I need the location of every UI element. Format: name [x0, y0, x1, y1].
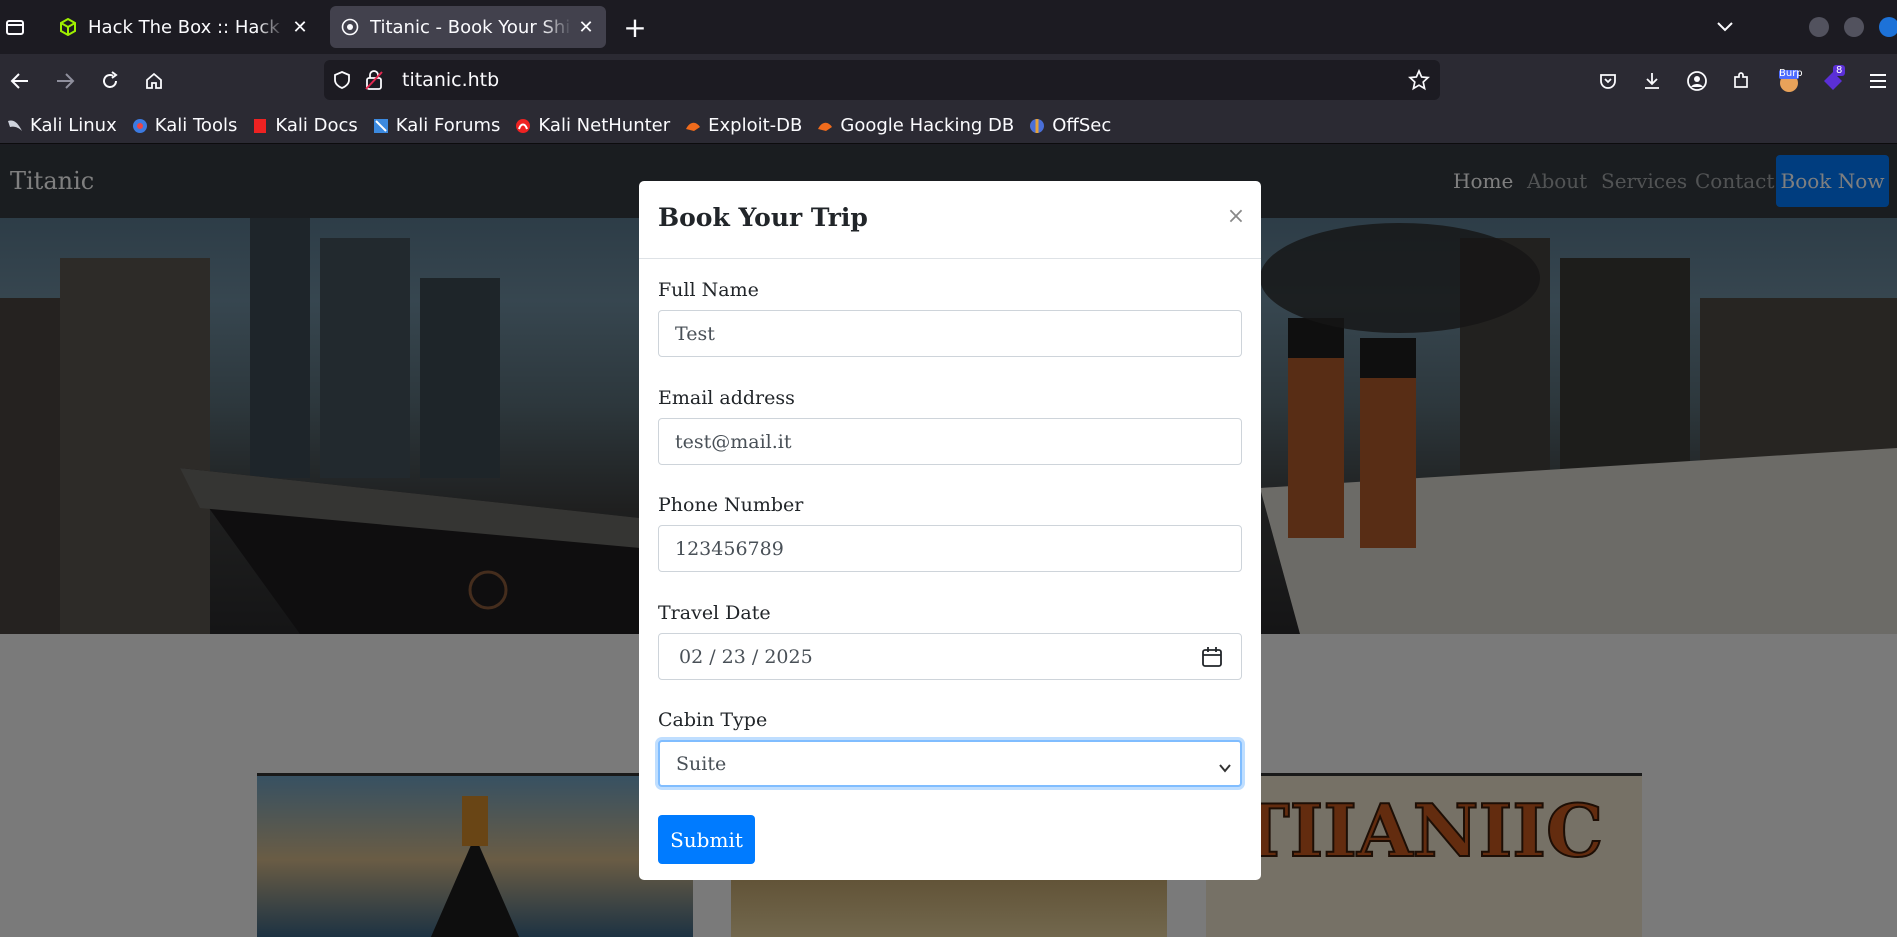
browser-nav-toolbar: titanic.htb Burp 8	[0, 54, 1897, 108]
travel-date-label: Travel Date	[658, 602, 771, 624]
url-bar[interactable]: titanic.htb	[324, 60, 1440, 100]
reload-icon[interactable]	[95, 66, 125, 96]
shield-icon[interactable]	[332, 70, 352, 94]
chevron-down-icon	[1218, 758, 1232, 773]
bookmarks-toolbar: Kali Linux Kali Tools Kali Docs Kali For…	[0, 108, 1897, 144]
modal-header: Book Your Trip ×	[639, 181, 1261, 259]
exploit-db-icon	[684, 117, 702, 135]
offsec-icon	[1028, 117, 1046, 135]
travel-date-input[interactable]: 02 / 23 / 2025	[658, 633, 1242, 680]
kali-forums-icon	[372, 117, 390, 135]
kali-dragon-icon	[6, 117, 24, 135]
phone-input[interactable]: 123456789	[658, 525, 1242, 572]
bookmark-star-icon[interactable]	[1408, 68, 1430, 95]
travel-date-value: 02 / 23 / 2025	[679, 645, 813, 668]
full-name-input[interactable]: Test	[658, 310, 1242, 357]
tab-title: Titanic - Book Your Ship Trip	[370, 16, 572, 38]
full-name-label: Full Name	[658, 279, 759, 301]
bookmark-label: Google Hacking DB	[840, 115, 1015, 136]
kali-tools-icon	[131, 117, 149, 135]
titanic-site-icon	[340, 17, 360, 37]
bookmark-label: Exploit-DB	[708, 115, 803, 136]
burp-label: Burp	[1779, 68, 1803, 79]
nethunter-icon	[514, 117, 532, 135]
close-tab-icon[interactable]: ✕	[576, 17, 596, 38]
bookmark-kali-tools[interactable]: Kali Tools	[131, 115, 238, 136]
close-tab-icon[interactable]: ✕	[290, 17, 310, 38]
close-window-button[interactable]	[1879, 17, 1897, 37]
cabin-type-value: Suite	[676, 752, 727, 775]
bookmark-label: OffSec	[1052, 115, 1112, 136]
browser-tab-htb[interactable]: Hack The Box :: Hack The Box ✕	[48, 6, 320, 48]
browser-tab-bar: Hack The Box :: Hack The Box ✕ Titanic -…	[0, 0, 1897, 54]
tab-title: Hack The Box :: Hack The Box	[88, 16, 286, 38]
maximize-window-button[interactable]	[1844, 17, 1864, 37]
extension-badge-count: 8	[1833, 65, 1846, 76]
bookmark-label: Kali Linux	[30, 115, 117, 136]
download-icon[interactable]	[1637, 66, 1667, 96]
bookmark-kali-forums[interactable]: Kali Forums	[372, 115, 501, 136]
bookmark-label: Kali Forums	[395, 115, 501, 136]
phone-label: Phone Number	[658, 494, 804, 516]
modal-title: Book Your Trip	[658, 203, 868, 232]
url-text: titanic.htb	[402, 69, 500, 91]
cabin-type-label: Cabin Type	[658, 709, 768, 731]
chevron-down-icon[interactable]	[1710, 12, 1740, 42]
bookmark-kali-linux[interactable]: Kali Linux	[6, 115, 117, 136]
extension-badge-icon[interactable]: 8	[1818, 65, 1848, 96]
submit-button[interactable]: Submit	[658, 815, 755, 864]
cabin-type-select[interactable]: Suite	[658, 740, 1242, 787]
tab-list-icon[interactable]	[0, 0, 30, 54]
bookmark-label: Kali Docs	[275, 115, 358, 136]
minimize-window-button[interactable]	[1809, 17, 1829, 37]
extensions-puzzle-icon[interactable]	[1726, 66, 1756, 96]
new-tab-icon[interactable]: +	[618, 10, 652, 44]
kali-docs-icon	[251, 117, 269, 135]
htb-cube-icon	[58, 17, 78, 37]
bookmark-label: Kali NetHunter	[538, 115, 671, 136]
booking-modal: Book Your Trip × Full Name Test Email ad…	[639, 181, 1261, 880]
email-input[interactable]: test@mail.it	[658, 418, 1242, 465]
bookmark-kali-docs[interactable]: Kali Docs	[251, 115, 358, 136]
bookmark-offsec[interactable]: OffSec	[1028, 115, 1111, 136]
lock-insecure-icon[interactable]	[364, 69, 384, 95]
calendar-icon[interactable]	[1201, 646, 1223, 668]
burp-extension-icon[interactable]: Burp	[1774, 66, 1804, 96]
back-arrow-icon[interactable]	[5, 66, 35, 96]
bookmark-label: Kali Tools	[154, 115, 238, 136]
page-viewport: Titanic Home About Services Contact Book…	[0, 145, 1897, 937]
hamburger-menu-icon[interactable]	[1863, 66, 1893, 96]
pocket-icon[interactable]	[1593, 66, 1623, 96]
ghdb-icon	[816, 117, 834, 135]
bookmark-google-hacking-db[interactable]: Google Hacking DB	[816, 115, 1014, 136]
account-icon[interactable]	[1682, 66, 1712, 96]
bookmark-kali-nethunter[interactable]: Kali NetHunter	[514, 115, 670, 136]
forward-arrow-icon[interactable]	[50, 66, 80, 96]
browser-tab-titanic[interactable]: Titanic - Book Your Ship Trip ✕	[330, 6, 606, 48]
bookmark-exploit-db[interactable]: Exploit-DB	[684, 115, 802, 136]
home-icon[interactable]	[139, 66, 169, 96]
email-label: Email address	[658, 387, 795, 409]
close-icon[interactable]: ×	[1223, 203, 1249, 229]
